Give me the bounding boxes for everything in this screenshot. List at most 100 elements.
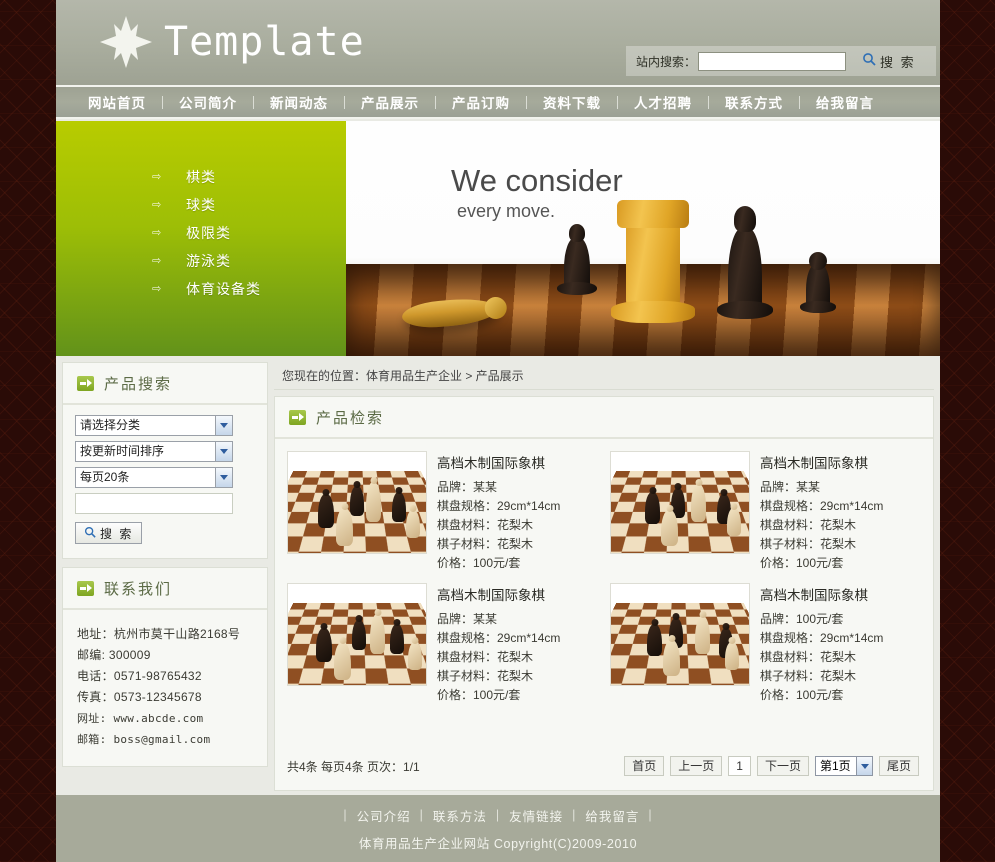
mini-chess-piece-icon (336, 503, 353, 546)
search-icon (862, 52, 876, 71)
product-card: 高档木制国际象棋 品牌：某某 棋盘规格：29cm*14cm 棋盘材料：花梨木 棋子材料：… (281, 451, 604, 583)
footer-link-3[interactable]: 给我留言 (585, 806, 639, 825)
product-attr: 棋盘材料：花梨木 (760, 518, 857, 532)
mini-chess-head-icon (322, 489, 330, 496)
keyword-input[interactable] (75, 493, 233, 514)
contact-line-1: 邮编: 300009 (77, 648, 151, 662)
category-item-3[interactable]: ⇨ 游泳类 (56, 247, 346, 275)
breadcrumb: 您现在的位置：体育用品生产企业 > 产品展示 (274, 362, 934, 390)
perpage-select[interactable]: 每页20条 (75, 467, 233, 488)
perpage-select-value: 每页20条 (80, 470, 130, 484)
product-list-panel: 产品检索 高档木制国际象棋 品牌：某某 棋盘规格：29cm*14cm 棋盘材料：花梨木… (274, 396, 934, 791)
product-title[interactable]: 高档木制国际象棋 (760, 584, 883, 604)
product-title[interactable]: 高档木制国际象棋 (760, 452, 883, 472)
pager-prev-button[interactable]: 上一页 (670, 756, 723, 776)
product-info: 高档木制国际象棋 品牌：100元/套 棋盘规格：29cm*14cm 棋盘材料：花梨木棋… (760, 583, 883, 705)
chess-rook-light-icon (611, 200, 695, 323)
footer-link-2[interactable]: 友情链接 (509, 806, 563, 825)
category-select[interactable]: 请选择分类 (75, 415, 233, 436)
contact-title: 联系我们 (104, 580, 173, 598)
nav-item-1[interactable]: 公司简介 (163, 92, 253, 112)
category-item-2[interactable]: ⇨ 极限类 (56, 219, 346, 247)
contact-body: 地址：杭州市莫干山路2168号 邮编: 300009 电话：0571-9876543… (63, 610, 267, 766)
nav-item-2[interactable]: 新闻动态 (254, 92, 344, 112)
header-search-input[interactable] (698, 51, 847, 71)
chevron-down-icon (215, 416, 232, 435)
mini-chess-head-icon (730, 503, 738, 510)
mini-chess-head-icon (370, 477, 377, 484)
product-card: 高档木制国际象棋 品牌：100元/套 棋盘规格：29cm*14cm 棋盘材料：花梨木棋… (604, 583, 927, 715)
product-title[interactable]: 高档木制国际象棋 (437, 452, 560, 472)
product-search-title: 产品搜索 (104, 375, 173, 393)
mini-chess-head-icon (651, 619, 658, 626)
sort-select[interactable]: 按更新时间排序 (75, 441, 233, 462)
nav-item-4[interactable]: 产品订购 (436, 92, 526, 112)
product-thumbnail[interactable] (610, 451, 750, 554)
pager-last-button[interactable]: 尾页 (878, 756, 919, 776)
header-search-button[interactable]: 搜 索 (862, 52, 916, 71)
product-info: 高档木制国际象棋 品牌：某某 棋盘规格：29cm*14cm 棋盘材料：花梨木 棋子材料：… (437, 451, 560, 573)
mini-chess-piece-icon (334, 637, 351, 680)
category-item-4[interactable]: ⇨ 体育设备类 (56, 275, 346, 303)
arrow-right-icon: ⇨ (152, 226, 162, 239)
nav-item-6[interactable]: 人才招聘 (618, 92, 708, 112)
chevron-down-icon (215, 468, 232, 487)
banner-image: We consider every move. (346, 121, 940, 356)
green-arrow-icon (77, 580, 94, 596)
mini-chess-piece-icon (727, 503, 741, 536)
site-footer: | 公司介绍 | 联系方法 | 友情链接 | 给我留言 | 体育用品生产企业网站 Copyrig… (56, 795, 940, 862)
pager-next-button[interactable]: 下一页 (756, 756, 809, 776)
nav-item-8[interactable]: 给我留言 (800, 92, 890, 112)
product-card: 高档木制国际象棋 品牌：某某 棋盘规格：29cm*14cm 棋盘材料：花梨木 棋子材料：… (281, 583, 604, 715)
main-column: 您现在的位置：体育用品生产企业 > 产品展示 产品检索 高档木制国际象棋 品牌：某… (274, 362, 934, 795)
content-area: 产品搜索 请选择分类 按更新时间排序 每页20条 搜 索 联系我们 地址：杭州市… (56, 356, 940, 795)
sidebar-search-button[interactable]: 搜 索 (75, 522, 143, 544)
category-select-value: 请选择分类 (80, 418, 141, 432)
nav-separator (344, 95, 345, 109)
nav-item-3[interactable]: 产品展示 (345, 92, 435, 112)
chess-pawn-dark-icon (800, 252, 836, 313)
pager-first-button[interactable]: 首页 (624, 756, 665, 776)
chevron-down-icon (215, 442, 232, 461)
mini-chess-piece-icon (663, 635, 680, 676)
mini-chess-head-icon (353, 481, 361, 488)
product-title[interactable]: 高档木制国际象棋 (437, 584, 560, 604)
category-item-0[interactable]: ⇨ 棋类 (56, 163, 346, 191)
category-item-1[interactable]: ⇨ 球类 (56, 191, 346, 219)
sidebar-search-button-label: 搜 索 (100, 526, 134, 541)
product-attr: 品牌：某某 (437, 612, 498, 626)
category-item-label: 棋类 (186, 169, 216, 185)
search-icon (84, 526, 96, 541)
nav-separator (162, 95, 163, 109)
footer-separator: | (495, 808, 501, 822)
nav-item-5[interactable]: 资料下载 (527, 92, 617, 112)
product-thumbnail[interactable] (610, 583, 750, 686)
nav-separator (253, 95, 254, 109)
nav-item-0[interactable]: 网站首页 (72, 92, 162, 112)
product-attr: 棋盘规格：29cm*14cm (760, 499, 884, 513)
site-logo[interactable]: Template (98, 14, 365, 70)
nav-item-7[interactable]: 联系方式 (709, 92, 799, 112)
mini-chess-piece-icon (390, 619, 404, 654)
mini-chess-head-icon (374, 609, 381, 616)
footer-separator: | (648, 808, 653, 822)
mini-chess-head-icon (339, 637, 346, 644)
product-info: 高档木制国际象棋 品牌：某某 棋盘规格：29cm*14cm 棋盘材料：花梨木 棋子材料：… (437, 583, 560, 705)
mini-chess-piece-icon (725, 637, 739, 670)
diamond-burst-logo-icon (98, 14, 154, 70)
footer-link-0[interactable]: 公司介绍 (357, 806, 411, 825)
mini-chess-piece-icon (691, 479, 706, 522)
footer-link-1[interactable]: 联系方法 (433, 806, 487, 825)
product-search-panel: 产品搜索 请选择分类 按更新时间排序 每页20条 搜 索 (62, 362, 268, 559)
mini-chess-piece-icon (695, 611, 710, 654)
pager-page-select[interactable]: 第1页 (814, 756, 873, 776)
product-attr: 价格：100元/套 (437, 688, 521, 702)
product-grid: 高档木制国际象棋 品牌：某某 棋盘规格：29cm*14cm 棋盘材料：花梨木 棋子材料：… (275, 439, 933, 715)
product-thumbnail[interactable] (287, 451, 427, 554)
header-search: 站内搜索： 搜 索 (626, 46, 936, 76)
contact-line-2: 电话：0571-98765432 (77, 669, 202, 683)
pager-current-page[interactable]: 1 (728, 756, 751, 776)
green-arrow-icon (289, 409, 306, 425)
product-attr: 棋盘规格：29cm*14cm (437, 499, 561, 513)
product-thumbnail[interactable] (287, 583, 427, 686)
